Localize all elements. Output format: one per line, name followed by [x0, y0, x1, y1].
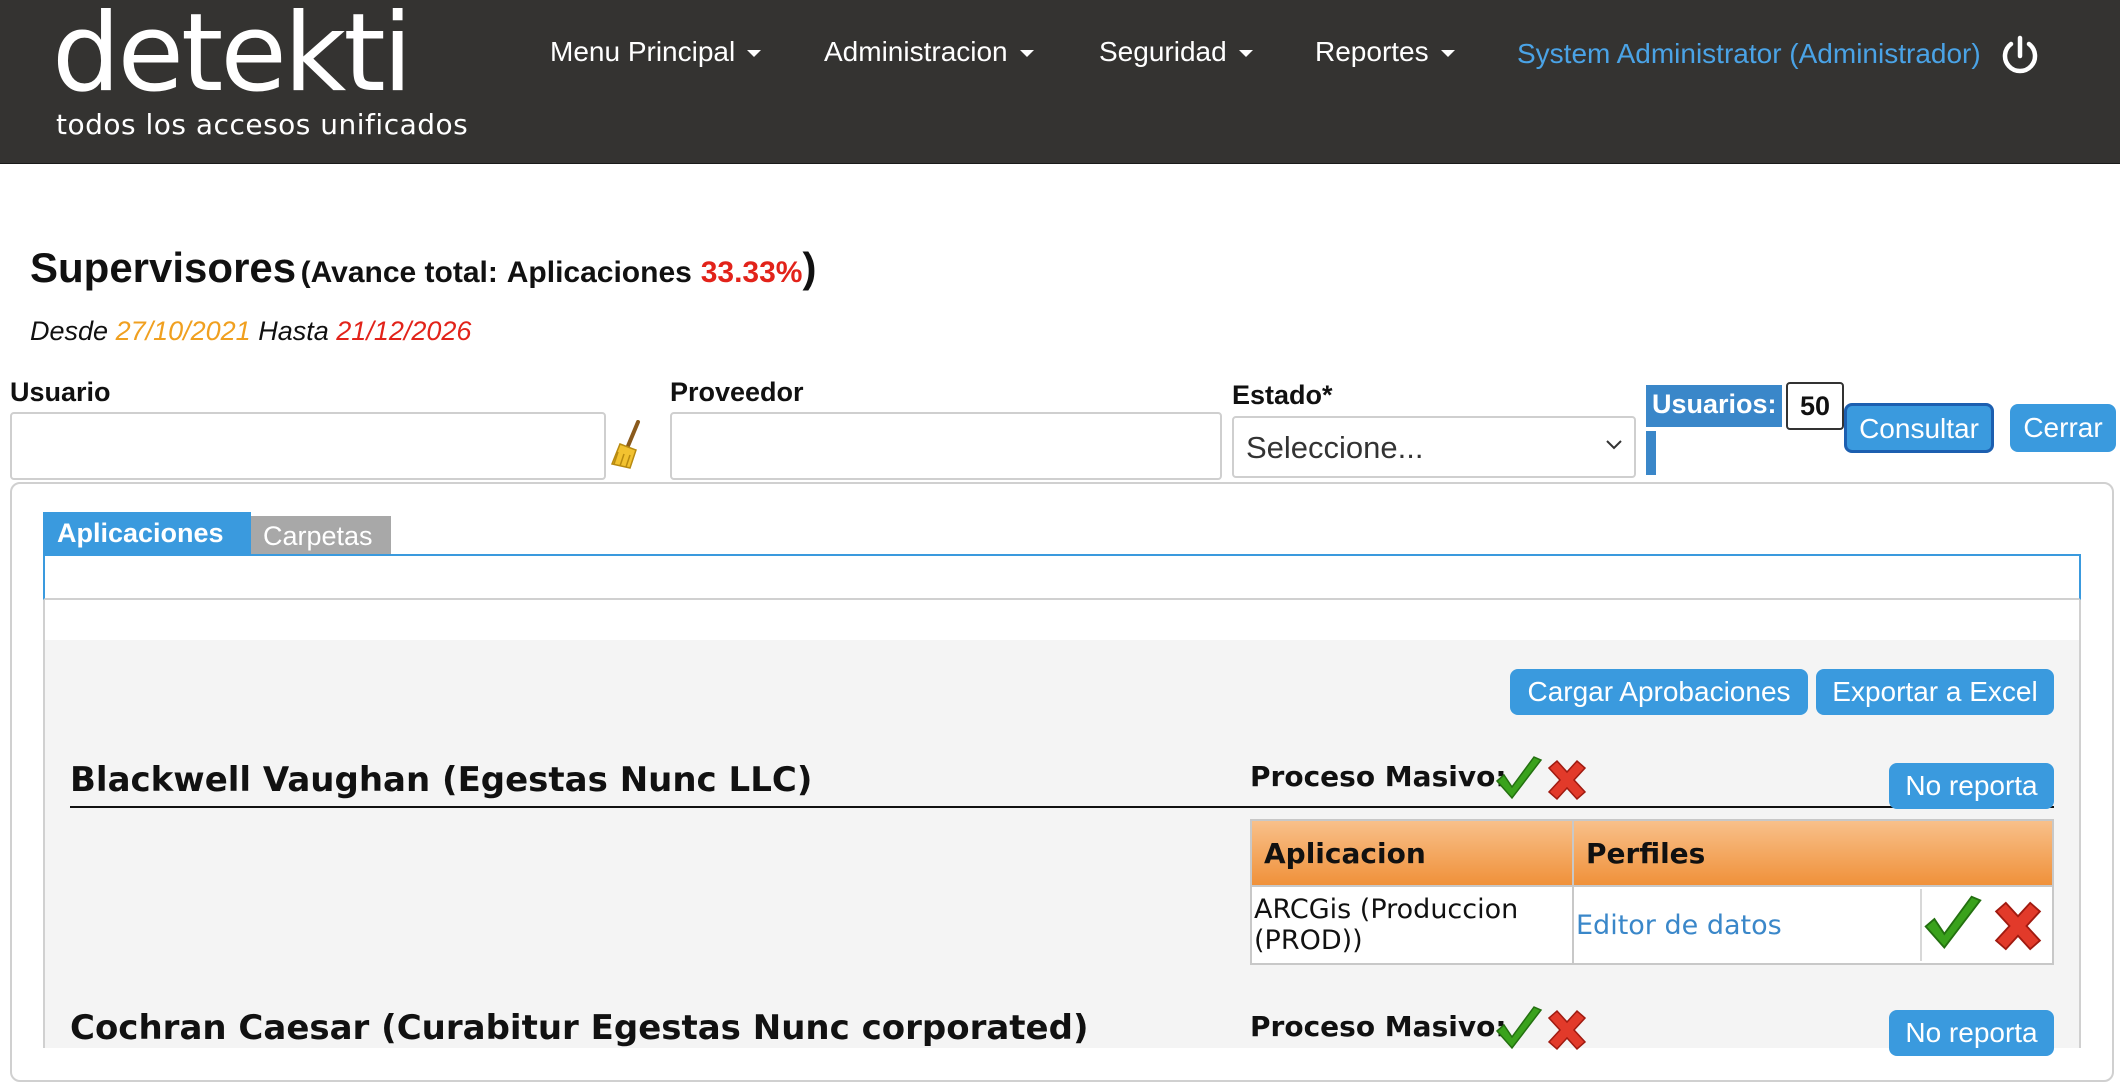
progress-close: )	[802, 244, 817, 291]
proveedor-label: Proveedor	[670, 377, 804, 407]
nav-menu-principal-label: Menu Principal	[550, 36, 736, 67]
tab-header-strip	[43, 554, 2081, 600]
perfil-link[interactable]: Editor de datos	[1576, 910, 1782, 941]
nav-seguridad-label: Seguridad	[1099, 36, 1227, 67]
supervisor-name: Blackwell Vaughan (Egestas Nunc LLC)	[70, 760, 813, 800]
aplicacion-cell: ARCGis (Produccion (PROD))	[1250, 885, 1574, 965]
caret-down-icon	[1440, 50, 1455, 58]
caret-down-icon	[1238, 50, 1253, 58]
proveedor-input[interactable]	[670, 412, 1222, 480]
estado-label: Estado*	[1232, 380, 1333, 410]
nav-seguridad[interactable]: Seguridad	[1099, 34, 1253, 70]
col-perfiles-header: Perfiles	[1572, 819, 2054, 887]
tab-aplicaciones[interactable]: Aplicaciones	[43, 512, 251, 554]
reject-all-x-icon[interactable]	[1544, 1008, 1590, 1052]
usuario-label: Usuario	[10, 377, 111, 407]
consultar-button[interactable]: Consultar	[1844, 403, 1994, 453]
usuario-input[interactable]	[10, 412, 606, 480]
col-aplicacion-header: Aplicacion	[1250, 819, 1574, 887]
logo-tagline: todos los accesos unificados	[56, 108, 469, 141]
table-header-row: Aplicacion Perfiles	[1250, 819, 2054, 887]
desde-label: Desde	[30, 316, 109, 346]
chevron-down-icon	[1606, 440, 1622, 450]
broom-icon[interactable]	[608, 420, 646, 470]
page-title: Supervisores (Avance total: Aplicaciones…	[30, 244, 816, 292]
caret-down-icon	[747, 50, 762, 58]
estado-selected-value: Seleccione...	[1246, 430, 1424, 465]
nav-reportes-label: Reportes	[1315, 36, 1429, 67]
approve-all-check-icon[interactable]	[1494, 1004, 1544, 1054]
exportar-excel-button[interactable]: Exportar a Excel	[1816, 669, 2054, 715]
proceso-masivo-label: Proceso Masivo:	[1250, 760, 1507, 793]
nav-reportes[interactable]: Reportes	[1315, 34, 1455, 70]
estado-select[interactable]: Seleccione...	[1232, 416, 1636, 478]
nav-administracion-label: Administracion	[824, 36, 1008, 67]
caret-down-icon	[1019, 50, 1034, 58]
tab-carpetas[interactable]: Carpetas	[251, 516, 391, 554]
cargar-aprobaciones-button[interactable]: Cargar Aprobaciones	[1510, 669, 1808, 715]
power-icon[interactable]	[1998, 34, 2042, 78]
cerrar-button[interactable]: Cerrar	[2010, 404, 2116, 452]
current-user-link[interactable]: System Administrator (Administrador)	[1517, 36, 1981, 72]
top-navbar: detekti todos los accesos unificados Men…	[0, 0, 2120, 164]
logo-wordmark: detekti	[52, 0, 413, 116]
date-range: Desde 27/10/2021 Hasta 21/12/2026	[30, 316, 471, 347]
no-reporta-button[interactable]: No reporta	[1889, 763, 2054, 809]
reject-all-x-icon[interactable]	[1544, 758, 1590, 802]
desde-value: 27/10/2021	[115, 316, 251, 346]
progress-label: (Avance total:	[300, 256, 498, 289]
no-reporta-button[interactable]: No reporta	[1889, 1010, 2054, 1056]
page-title-main: Supervisores	[30, 244, 297, 291]
supervisor-name: Cochran Caesar (Curabitur Egestas Nunc c…	[70, 1008, 1089, 1048]
nav-menu-principal[interactable]: Menu Principal	[550, 34, 762, 70]
nav-administracion[interactable]: Administracion	[824, 34, 1034, 70]
approve-all-check-icon[interactable]	[1494, 754, 1544, 804]
progress-app-label: Aplicaciones	[506, 256, 692, 289]
usuarios-label: Usuarios:	[1646, 385, 1782, 427]
proceso-masivo-label: Proceso Masivo:	[1250, 1010, 1507, 1043]
usuarios-slider-bar[interactable]	[1646, 431, 1656, 475]
supervisor-divider	[70, 806, 2054, 808]
detekti-logo[interactable]: detekti todos los accesos unificados	[52, 0, 502, 148]
reject-x-icon[interactable]	[1990, 898, 2046, 954]
hasta-value: 21/12/2026	[336, 316, 472, 346]
approve-check-icon[interactable]	[1922, 892, 1984, 956]
progress-percent: 33.33%	[700, 256, 803, 289]
usuarios-count[interactable]: 50	[1786, 382, 1844, 430]
hasta-label: Hasta	[258, 316, 329, 346]
